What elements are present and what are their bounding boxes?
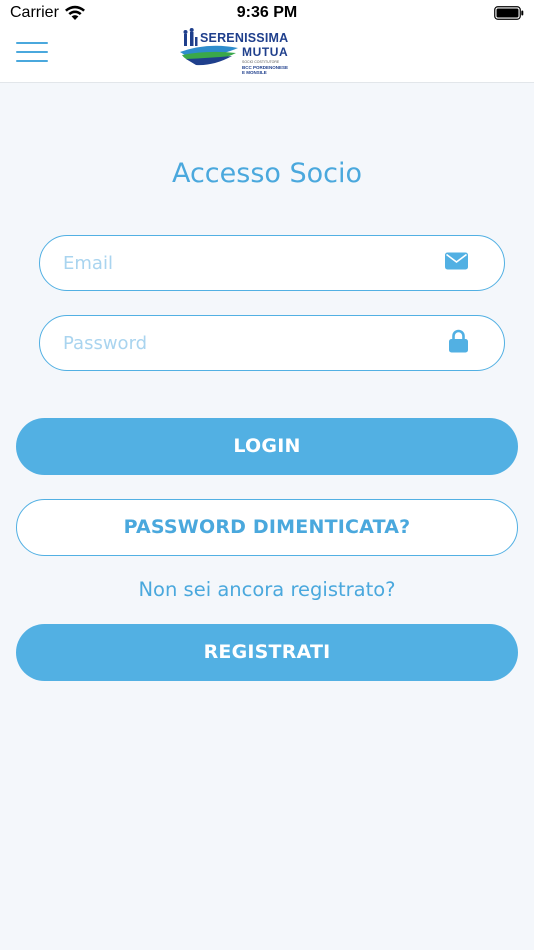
lock-icon: [449, 329, 468, 357]
nav-bar: SERENISSIMA MUTUA SOCIO COSTITUTORE BCC …: [0, 28, 534, 83]
status-bar: Carrier 9:36 PM: [0, 0, 534, 28]
logo-bank-line2: E MONSILE: [242, 70, 267, 75]
serenissima-mutua-logo: SERENISSIMA MUTUA SOCIO COSTITUTORE BCC …: [178, 28, 294, 78]
logo-bank-text: BCC PORDENONESE E MONSILE: [242, 65, 288, 75]
page-title: Accesso Socio: [171, 158, 363, 189]
register-button[interactable]: REGISTRATI: [16, 624, 518, 681]
clock: 9:36 PM: [236, 4, 298, 21]
logo-text-line2: MUTUA: [242, 45, 289, 59]
battery-icon: [494, 6, 524, 25]
forgot-password-button[interactable]: PASSWORD DIMENTICATA?: [16, 499, 518, 556]
email-field[interactable]: [63, 236, 433, 290]
logo-small-text: SOCIO COSTITUTORE: [242, 60, 280, 64]
logo-text-line1: SERENISSIMA: [200, 31, 289, 45]
login-button[interactable]: LOGIN: [16, 418, 518, 475]
password-field-container[interactable]: [39, 315, 505, 371]
hamburger-menu-icon[interactable]: [16, 42, 48, 66]
envelope-icon: [445, 252, 468, 274]
password-field[interactable]: [63, 316, 433, 370]
email-field-container[interactable]: [39, 235, 505, 291]
register-prompt: Non sei ancora registrato?: [138, 578, 396, 601]
